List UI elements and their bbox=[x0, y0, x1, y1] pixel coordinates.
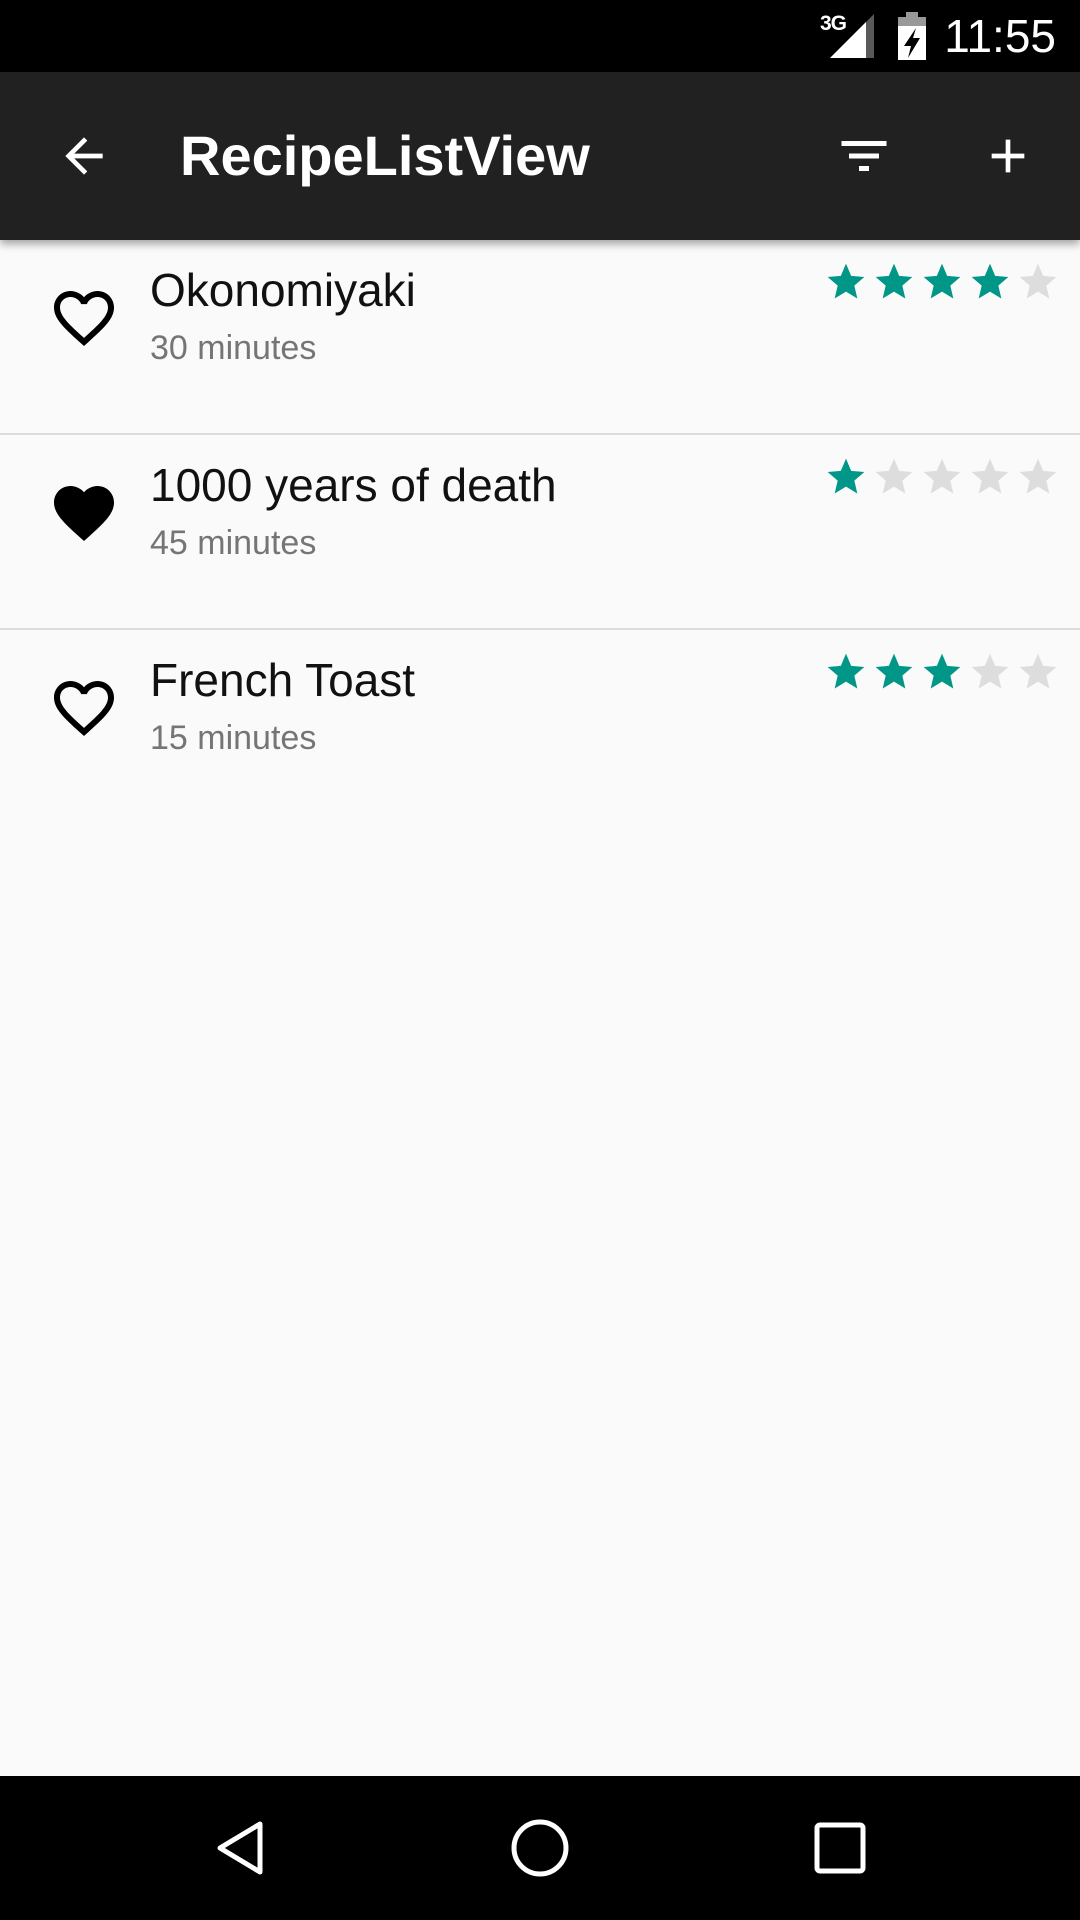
nav-home-icon bbox=[511, 1819, 569, 1877]
page-title: RecipeListView bbox=[180, 124, 590, 187]
clock: 11:55 bbox=[944, 10, 1056, 62]
back-button[interactable] bbox=[12, 72, 156, 240]
nav-recents-button[interactable] bbox=[740, 1776, 940, 1920]
battery-icon bbox=[898, 12, 926, 60]
star-filled-icon bbox=[923, 653, 961, 689]
recipe-list-item[interactable]: Okonomiyaki 30 minutes bbox=[0, 240, 1080, 435]
rating-bar[interactable] bbox=[824, 455, 1060, 501]
star-empty-icon bbox=[1019, 653, 1057, 689]
nav-recents-icon bbox=[814, 1822, 866, 1874]
star-empty-icon bbox=[923, 458, 961, 494]
add-recipe-button[interactable] bbox=[936, 72, 1080, 240]
filter-icon bbox=[841, 141, 887, 171]
signal-icon bbox=[830, 14, 874, 58]
star-empty-icon bbox=[971, 653, 1009, 689]
add-icon bbox=[991, 139, 1025, 173]
star-filled-icon bbox=[875, 263, 913, 299]
status-bar: 3G 11:55 bbox=[0, 0, 1080, 72]
nav-back-icon bbox=[217, 1821, 263, 1875]
star-filled-icon bbox=[875, 653, 913, 689]
star-filled-icon bbox=[827, 653, 865, 689]
nav-back-button[interactable] bbox=[140, 1776, 340, 1920]
recipe-list-item[interactable]: French Toast 15 minutes bbox=[0, 630, 1080, 825]
recipe-cook-time: 30 minutes bbox=[150, 329, 317, 367]
star-empty-icon bbox=[971, 458, 1009, 494]
recipe-name: Okonomiyaki bbox=[150, 264, 416, 316]
heart-filled-icon[interactable] bbox=[48, 477, 120, 549]
star-empty-icon bbox=[875, 458, 913, 494]
heart-outline-icon[interactable] bbox=[48, 672, 120, 744]
recipe-name: French Toast bbox=[150, 654, 416, 706]
heart-outline-icon[interactable] bbox=[48, 282, 120, 354]
rating-bar[interactable] bbox=[824, 650, 1060, 696]
star-filled-icon bbox=[923, 263, 961, 299]
nav-home-button[interactable] bbox=[440, 1776, 640, 1920]
star-filled-icon bbox=[827, 458, 865, 494]
rating-bar[interactable] bbox=[824, 260, 1060, 306]
screen: 3G 11:55 RecipeListView Okonomiyaki 30 m… bbox=[0, 0, 1080, 1920]
recipe-cook-time: 15 minutes bbox=[150, 719, 317, 757]
star-filled-icon bbox=[827, 263, 865, 299]
system-nav-bar bbox=[0, 1776, 1080, 1920]
recipe-name: 1000 years of death bbox=[150, 459, 557, 511]
recipe-cook-time: 45 minutes bbox=[150, 524, 317, 562]
filter-button[interactable] bbox=[792, 72, 936, 240]
app-toolbar: RecipeListView bbox=[0, 72, 1080, 240]
arrow-back-icon bbox=[65, 137, 103, 175]
recipe-list: Okonomiyaki 30 minutes 1000 years of dea… bbox=[0, 240, 1080, 825]
star-filled-icon bbox=[971, 263, 1009, 299]
star-empty-icon bbox=[1019, 263, 1057, 299]
star-empty-icon bbox=[1019, 458, 1057, 494]
recipe-list-item[interactable]: 1000 years of death 45 minutes bbox=[0, 435, 1080, 630]
